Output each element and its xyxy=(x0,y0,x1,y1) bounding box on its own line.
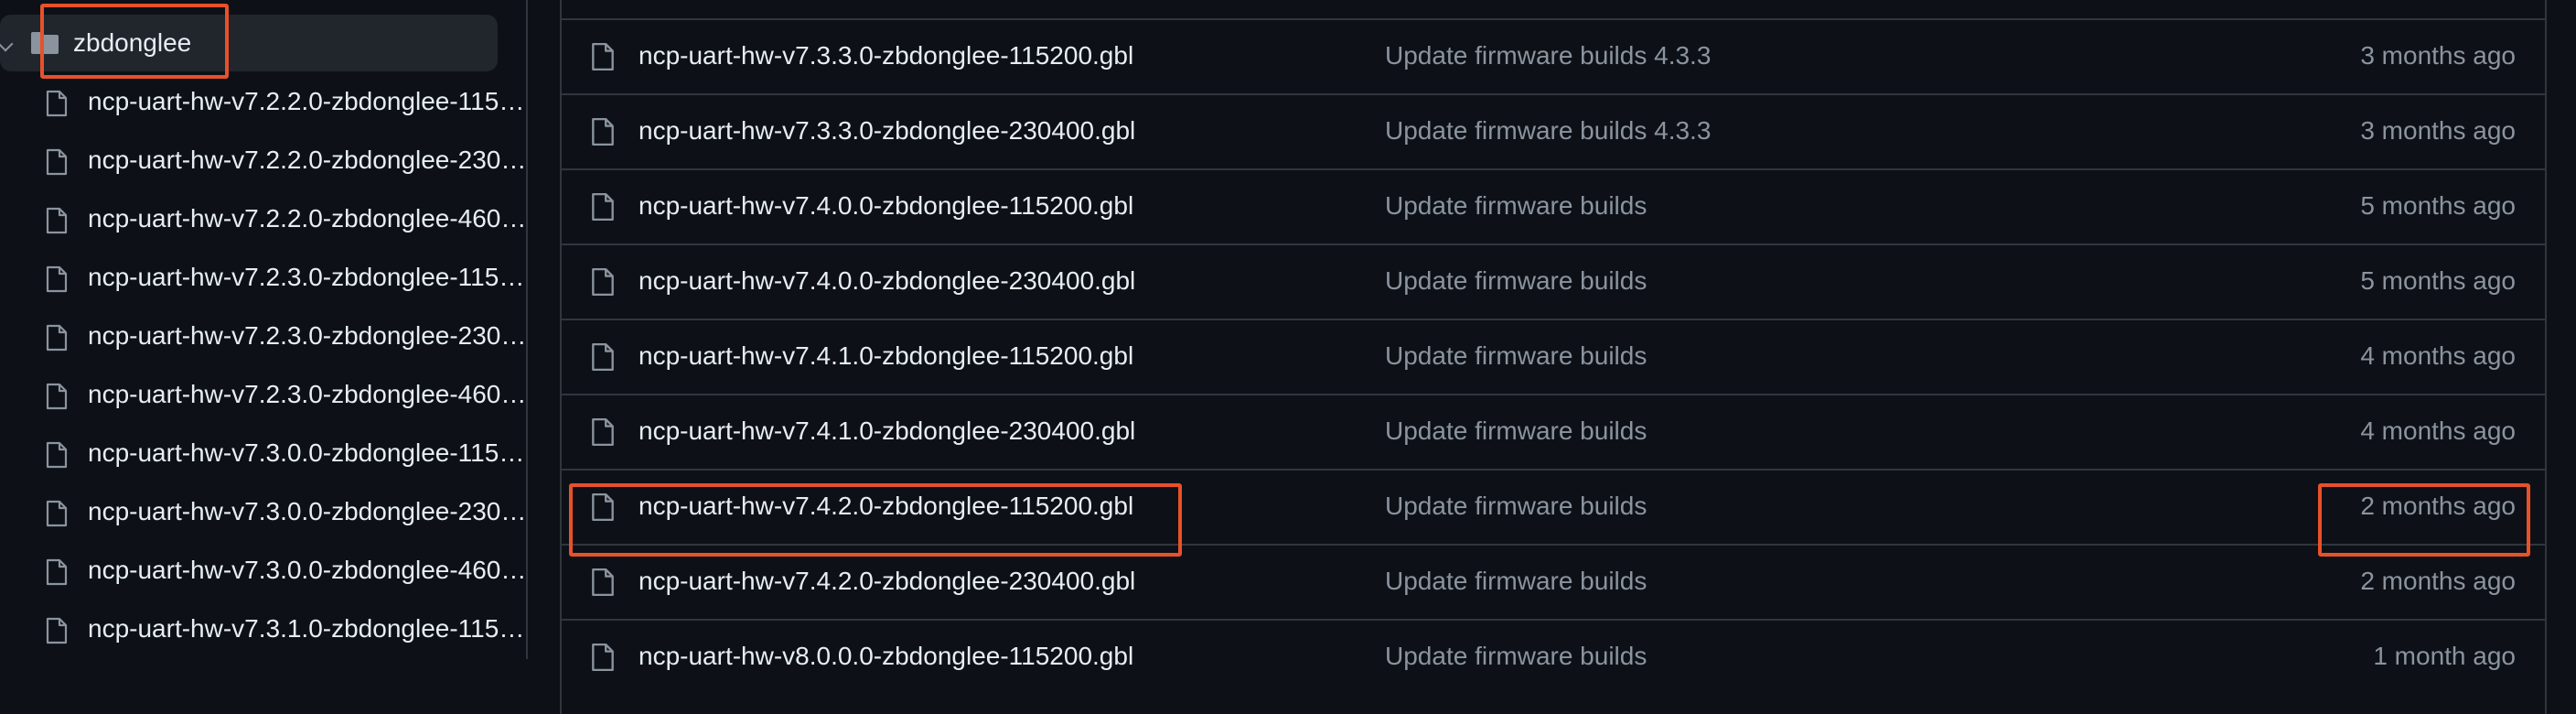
commit-message-link[interactable]: Update firmware builds 4.3.3 xyxy=(1385,40,1711,71)
file-icon xyxy=(46,207,68,234)
tree-file-item[interactable]: ncp-uart-hw-v7.3.1.0-zbdonglee-115200.gb… xyxy=(44,603,526,656)
tree-file-item[interactable]: ncp-uart-hw-v7.3.0.0-zbdonglee-115200.gb… xyxy=(44,427,526,481)
commit-message-link[interactable]: Update firmware builds xyxy=(1385,341,1647,372)
file-icon xyxy=(591,267,615,297)
file-table-row: ncp-uart-hw-v7.3.3.0-zbdonglee-230400.gb… xyxy=(562,93,2545,168)
tree-file-item[interactable]: ncp-uart-hw-v7.2.2.0-zbdonglee-115200.gb… xyxy=(44,76,526,129)
file-name-link[interactable]: ncp-uart-hw-v7.4.0.0-zbdonglee-115200.gb… xyxy=(639,190,1133,222)
file-table-row: ncp-uart-hw-v7.3.3.0-zbdonglee-115200.gb… xyxy=(562,18,2545,93)
file-icon xyxy=(591,492,615,522)
tree-file-item[interactable]: ncp-uart-hw-v7.3.0.0-zbdonglee-460800.gb… xyxy=(44,545,526,598)
commit-message-link[interactable]: Update firmware builds 4.3.3 xyxy=(1385,115,1711,146)
file-icon xyxy=(46,383,68,410)
tree-file-item[interactable]: ncp-uart-hw-v7.2.3.0-zbdonglee-115200.gb… xyxy=(44,252,526,305)
file-icon xyxy=(46,324,68,352)
file-table-row: ncp-uart-hw-v7.4.0.0-zbdonglee-115200.gb… xyxy=(562,168,2545,243)
file-icon xyxy=(46,558,68,586)
commit-age: 4 months ago xyxy=(2360,341,2516,370)
file-icon xyxy=(46,500,68,527)
file-icon xyxy=(591,192,615,222)
file-name-link[interactable]: ncp-uart-hw-v7.4.1.0-zbdonglee-115200.gb… xyxy=(639,341,1133,372)
commit-message-link[interactable]: Update firmware builds xyxy=(1385,566,1647,597)
file-table-row: ncp-uart-hw-v7.4.1.0-zbdonglee-115200.gb… xyxy=(562,319,2545,394)
commit-age: 5 months ago xyxy=(2360,191,2516,220)
file-name-link[interactable]: ncp-uart-hw-v7.4.1.0-zbdonglee-230400.gb… xyxy=(639,416,1135,447)
tree-file-item[interactable]: ncp-uart-hw-v7.2.3.0-zbdonglee-230400.gb… xyxy=(44,310,526,363)
file-tree-sidebar: zbdonglee ncp-uart-hw-v7.2.2.0-zbdonglee… xyxy=(0,0,528,659)
tree-file-name: ncp-uart-hw-v7.2.3.0-zbdonglee-230400.gb… xyxy=(88,321,526,350)
file-icon xyxy=(591,568,615,597)
file-icon xyxy=(591,42,615,71)
folder-icon xyxy=(31,32,59,54)
file-table-row: ncp-uart-hw-v7.4.1.0-zbdonglee-230400.gb… xyxy=(562,394,2545,469)
tree-file-name: ncp-uart-hw-v7.3.1.0-zbdonglee-115200.gb… xyxy=(88,614,527,643)
tree-file-name: ncp-uart-hw-v7.2.3.0-zbdonglee-460800.gb… xyxy=(88,380,526,408)
file-icon xyxy=(591,342,615,372)
tree-file-item[interactable]: ncp-uart-hw-v7.2.2.0-zbdonglee-230400.gb… xyxy=(44,135,526,188)
tree-file-name: ncp-uart-hw-v7.3.0.0-zbdonglee-115200.gb… xyxy=(88,438,527,467)
file-table-row: ncp-uart-hw-v7.4.2.0-zbdonglee-115200.gb… xyxy=(562,469,2545,544)
tree-file-item[interactable]: ncp-uart-hw-v7.2.2.0-zbdonglee-460800.gb… xyxy=(44,193,526,246)
file-icon xyxy=(591,643,615,672)
tree-file-name: ncp-uart-hw-v7.2.2.0-zbdonglee-230400.gb… xyxy=(88,146,526,174)
file-name-link[interactable]: ncp-uart-hw-v7.4.2.0-zbdonglee-230400.gb… xyxy=(639,566,1135,597)
tree-file-item[interactable]: ncp-uart-hw-v7.2.3.0-zbdonglee-460800.gb… xyxy=(44,369,526,422)
commit-age: 2 months ago xyxy=(2360,567,2516,595)
file-table-row: ncp-uart-hw-v7.4.2.0-zbdonglee-230400.gb… xyxy=(562,544,2545,619)
file-table-row: ncp-uart-hw-v7.4.0.0-zbdonglee-230400.gb… xyxy=(562,243,2545,319)
commit-age: 4 months ago xyxy=(2360,416,2516,445)
commit-message-link[interactable]: Update firmware builds xyxy=(1385,190,1647,222)
commit-age: 2 months ago xyxy=(2360,492,2516,520)
file-icon xyxy=(46,148,68,176)
commit-message-link[interactable]: Update firmware builds xyxy=(1385,265,1647,297)
file-name-link[interactable]: ncp-uart-hw-v7.3.3.0-zbdonglee-115200.gb… xyxy=(639,40,1133,71)
commit-age: 3 months ago xyxy=(2360,116,2516,145)
file-name-link[interactable]: ncp-uart-hw-v8.0.0.0-zbdonglee-115200.gb… xyxy=(639,641,1133,672)
file-icon xyxy=(591,117,615,146)
file-name-link[interactable]: ncp-uart-hw-v7.4.0.0-zbdonglee-230400.gb… xyxy=(639,265,1135,297)
commit-age: 3 months ago xyxy=(2360,41,2516,70)
commit-message-link[interactable]: Update firmware builds xyxy=(1385,416,1647,447)
tree-folder-zbdonglee[interactable]: zbdonglee xyxy=(0,15,498,71)
file-table-row: ncp-uart-hw-v8.0.0.0-zbdonglee-115200.gb… xyxy=(562,619,2545,694)
file-icon xyxy=(591,417,615,447)
commit-age: 5 months ago xyxy=(2360,266,2516,295)
tree-file-name: ncp-uart-hw-v7.3.0.0-zbdonglee-230400.gb… xyxy=(88,497,526,525)
file-name-link[interactable]: ncp-uart-hw-v7.4.2.0-zbdonglee-115200.gb… xyxy=(639,491,1133,522)
file-name-link[interactable]: ncp-uart-hw-v7.3.3.0-zbdonglee-230400.gb… xyxy=(639,115,1135,146)
file-table-row: ncp-uart-hw-v7.3.2.0-zbdonglee-460800.gb… xyxy=(562,0,2545,18)
chevron-down-icon[interactable] xyxy=(0,36,14,52)
tree-file-item[interactable]: ncp-uart-hw-v7.3.0.0-zbdonglee-230400.gb… xyxy=(44,486,526,539)
file-icon xyxy=(46,265,68,293)
commit-message-link[interactable]: Update firmware builds xyxy=(1385,641,1647,672)
tree-file-name: ncp-uart-hw-v7.2.3.0-zbdonglee-115200.gb… xyxy=(88,263,527,291)
commit-age: 1 month ago xyxy=(2373,642,2516,670)
tree-file-name: ncp-uart-hw-v7.2.2.0-zbdonglee-460800.gb… xyxy=(88,204,526,233)
folder-name: zbdonglee xyxy=(73,28,192,57)
file-icon xyxy=(46,90,68,117)
tree-file-name: ncp-uart-hw-v7.3.0.0-zbdonglee-460800.gb… xyxy=(88,556,526,584)
commit-message-link[interactable]: Update firmware builds xyxy=(1385,491,1647,522)
file-table: ncp-uart-hw-v7.3.2.0-zbdonglee-460800.gb… xyxy=(560,0,2547,714)
tree-file-name: ncp-uart-hw-v7.2.2.0-zbdonglee-115200.gb… xyxy=(88,87,527,115)
file-icon xyxy=(46,441,68,469)
file-icon xyxy=(46,617,68,644)
